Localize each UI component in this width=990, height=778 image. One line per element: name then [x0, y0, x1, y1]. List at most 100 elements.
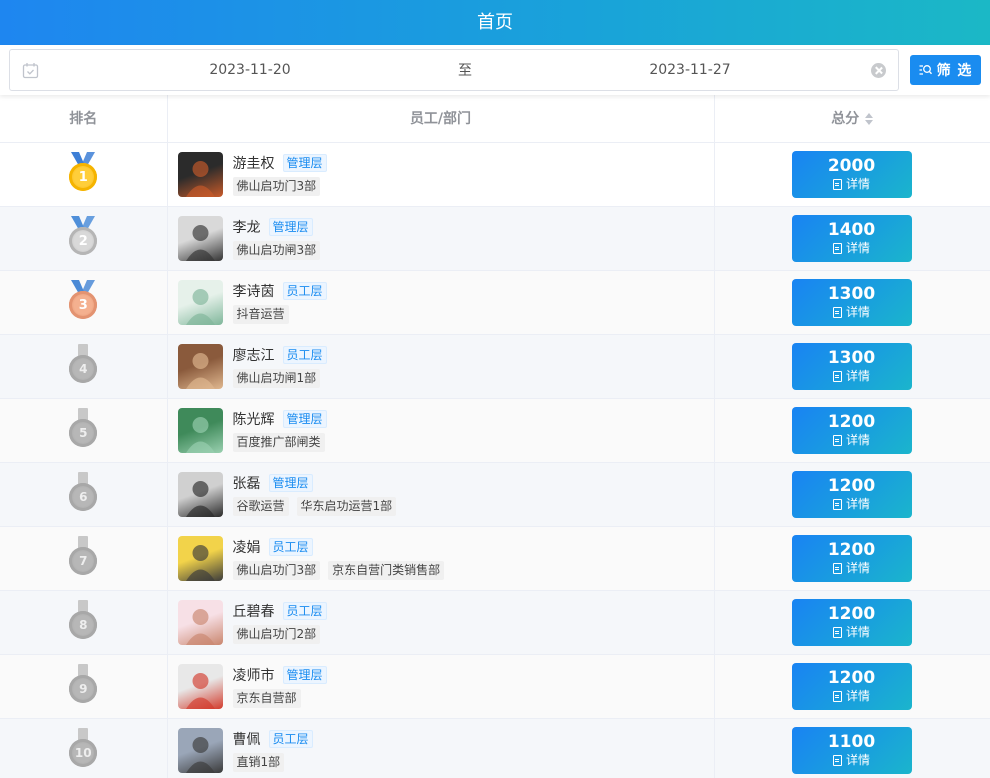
- document-icon: [832, 242, 842, 254]
- medal-icon: 3: [68, 280, 98, 320]
- score-detail-button[interactable]: 1200 详情: [791, 598, 912, 646]
- rank-cell: 6: [0, 462, 168, 527]
- table-row: 6 张磊 管理层 谷歌运营 华东启功运营1部 1200 详情: [0, 462, 990, 527]
- score-cell: 1400 详情: [714, 206, 990, 271]
- employee-cell: 李诗茵 员工层 抖音运营: [167, 270, 715, 335]
- level-tag: 员工层: [282, 346, 327, 364]
- department-tag: 百度推广部闸类: [232, 433, 325, 452]
- avatar: [177, 343, 223, 389]
- score-cell: 1200 详情: [714, 398, 990, 463]
- total-score: 1200: [827, 540, 876, 560]
- score-cell: 1200 详情: [714, 462, 990, 527]
- rank-cell: 2: [0, 206, 168, 271]
- filter-button-label: 筛 选: [936, 63, 973, 79]
- score-detail-button[interactable]: 1200 详情: [791, 534, 912, 582]
- score-detail-button[interactable]: 1300 详情: [791, 278, 912, 326]
- rank-number: 10: [69, 739, 98, 767]
- department-tag: 佛山启功门3部: [232, 561, 321, 580]
- filter-button[interactable]: 筛 选: [910, 55, 981, 85]
- total-score: 1300: [827, 284, 876, 304]
- start-date-input[interactable]: 2023-11-20: [10, 62, 490, 78]
- rank-cell: 4: [0, 334, 168, 399]
- department-tag: 佛山启功门2部: [232, 625, 321, 644]
- employee-name: 李龙: [232, 220, 261, 236]
- table-row: 9 凌师市 管理层京东自营部 1200 详情: [0, 654, 990, 719]
- level-tag: 管理层: [282, 154, 327, 172]
- level-tag: 管理层: [268, 218, 313, 236]
- table-row: 3 李诗茵 员工层 抖音运营 1300 详情: [0, 270, 990, 335]
- date-range-picker[interactable]: 2023-11-20 至 2023-11-27: [9, 49, 899, 91]
- department-tag: 佛山启功闸1部: [232, 369, 321, 388]
- document-icon: [832, 498, 842, 510]
- total-score: 1400: [827, 220, 876, 240]
- rank-number: 7: [69, 547, 98, 575]
- column-header-rank: 排名: [0, 95, 168, 143]
- employee-name: 陈光辉: [232, 412, 275, 428]
- employee-cell: 凌娟 员工层 佛山启功门3部 京东自营门类销售部: [167, 526, 715, 591]
- level-tag: 管理层: [268, 474, 313, 492]
- total-score: 1200: [827, 412, 876, 432]
- employee-name: 凌娟: [232, 540, 261, 556]
- rank-number: 9: [69, 675, 98, 703]
- detail-label: 详情: [845, 625, 870, 639]
- end-date-input[interactable]: 2023-11-27: [440, 62, 940, 78]
- score-detail-button[interactable]: 1200 详情: [791, 470, 912, 518]
- medal-icon: 7: [68, 536, 98, 576]
- department-tag: 直销1部: [232, 753, 285, 772]
- total-score: 2000: [827, 156, 876, 176]
- employee-cell: 廖志江 员工层佛山启功闸1部: [167, 334, 715, 399]
- rank-cell: 5: [0, 398, 168, 463]
- avatar: [177, 535, 223, 581]
- level-tag: 员工层: [282, 602, 327, 620]
- medal-icon: 5: [68, 408, 98, 448]
- column-header-score[interactable]: 总分: [714, 95, 990, 143]
- avatar: [177, 151, 223, 197]
- employee-name: 张磊: [232, 476, 261, 492]
- sort-caret-icon[interactable]: [865, 113, 874, 126]
- score-detail-button[interactable]: 1400 详情: [791, 214, 912, 262]
- rank-number: 5: [69, 419, 98, 447]
- employee-name: 李诗茵: [232, 284, 275, 300]
- table-row: 2 李龙 管理层 佛山启功闸3部 1400 详情: [0, 206, 990, 271]
- rank-cell: 10: [0, 718, 168, 778]
- employee-name: 游圭权: [232, 156, 275, 172]
- score-detail-button[interactable]: 2000 详情: [791, 150, 912, 198]
- detail-label: 详情: [845, 369, 870, 383]
- document-icon: [832, 306, 842, 318]
- clear-icon[interactable]: [871, 63, 886, 78]
- rank-number: 3: [69, 291, 98, 319]
- employee-cell: 张磊 管理层 谷歌运营 华东启功运营1部: [167, 462, 715, 527]
- document-icon: [832, 434, 842, 446]
- employee-name: 凌师市: [232, 668, 275, 684]
- rank-cell: 8: [0, 590, 168, 655]
- avatar: [177, 727, 223, 773]
- employee-name: 曹佩: [232, 732, 261, 748]
- employee-name: 丘碧春: [232, 604, 275, 620]
- score-detail-button[interactable]: 1300 详情: [791, 342, 912, 390]
- score-cell: 1100 详情: [714, 718, 990, 778]
- document-icon: [832, 690, 842, 702]
- employee-cell: 李龙 管理层佛山启功闸3部: [167, 206, 715, 271]
- department-tag: 京东自营部: [232, 689, 301, 708]
- filter-search-icon: [919, 65, 932, 75]
- rank-cell: 9: [0, 654, 168, 719]
- department-tag: 佛山启功闸3部: [232, 241, 321, 260]
- ranking-table: 排名 员工/部门 总分 1 游圭权 管理层 佛山启功门3部 2000 详情 2 李龙 管理层 佛山…: [0, 95, 990, 778]
- score-detail-button[interactable]: 1100 详情: [791, 726, 912, 774]
- table-header-row: 排名 员工/部门 总分: [0, 95, 990, 143]
- rank-number: 8: [69, 611, 98, 639]
- employee-name: 廖志江: [232, 348, 275, 364]
- score-cell: 1200 详情: [714, 590, 990, 655]
- detail-label: 详情: [845, 177, 870, 191]
- department-tag: 抖音运营: [232, 305, 289, 324]
- level-tag: 管理层: [282, 410, 327, 428]
- avatar: [177, 599, 223, 645]
- score-cell: 1300 详情: [714, 270, 990, 335]
- detail-label: 详情: [845, 433, 870, 447]
- level-tag: 管理层: [282, 666, 327, 684]
- score-detail-button[interactable]: 1200 详情: [791, 406, 912, 454]
- detail-label: 详情: [845, 305, 870, 319]
- score-detail-button[interactable]: 1200 详情: [791, 662, 912, 710]
- total-score: 1200: [827, 668, 876, 688]
- document-icon: [832, 370, 842, 382]
